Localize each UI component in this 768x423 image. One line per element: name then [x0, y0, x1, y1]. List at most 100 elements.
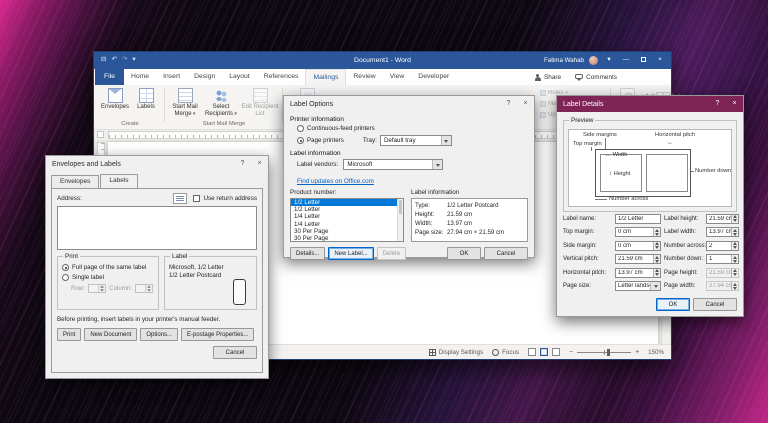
zoom-out-button[interactable]: −	[569, 349, 573, 356]
zoom-in-button[interactable]: +	[635, 349, 639, 356]
tray-select[interactable]: Default tray	[380, 135, 452, 146]
cancel-button[interactable]: Cancel	[693, 298, 737, 311]
options-button[interactable]: Options...	[140, 328, 178, 341]
labels-button[interactable]: Labels	[132, 87, 160, 125]
label-width-stepper[interactable]: 13.97 cm	[706, 227, 739, 237]
cancel-button[interactable]: Cancel	[213, 346, 257, 359]
office-updates-link[interactable]: Find updates on Office.com	[297, 178, 374, 185]
avatar[interactable]	[589, 56, 598, 65]
product-item[interactable]: 30 Per Page	[291, 228, 397, 235]
label-vendors-select[interactable]: Microsoft	[343, 159, 443, 170]
details-button[interactable]: Details...	[290, 247, 325, 260]
select-recipients-button[interactable]: Select Recipients	[204, 87, 238, 125]
stepper-arrows-icon[interactable]	[98, 285, 105, 292]
tab-design[interactable]: Design	[187, 69, 222, 85]
minimize-button[interactable]: —	[620, 57, 632, 64]
tab-home[interactable]: Home	[124, 69, 156, 85]
envelopes-button[interactable]: Envelopes	[100, 87, 130, 125]
tab-selector-icon[interactable]	[97, 131, 104, 138]
tab-file[interactable]: File	[95, 69, 124, 85]
zoom-slider-thumb[interactable]	[607, 349, 610, 356]
print-layout-button[interactable]	[540, 348, 548, 356]
vertical-pitch-stepper[interactable]: 21.59 cm	[615, 254, 661, 264]
ribbon-options-icon[interactable]: ▾	[603, 57, 615, 64]
focus-button[interactable]: Focus	[492, 349, 519, 356]
address-book-icon[interactable]	[173, 193, 187, 204]
use-return-address[interactable]: Use return address	[193, 195, 257, 202]
product-number-list[interactable]: 1/2 Letter 1/2 Letter 1/4 Letter 1/4 Let…	[290, 198, 404, 242]
share-button[interactable]: Share	[534, 74, 561, 81]
full-page-radio[interactable]	[62, 264, 69, 271]
product-item[interactable]: 1/2 Letter	[291, 199, 397, 206]
tab-view[interactable]: View	[383, 69, 412, 85]
close-button[interactable]: ×	[726, 96, 743, 112]
stepper-arrows-icon[interactable]	[731, 228, 738, 236]
save-icon[interactable]: ⊟	[101, 57, 106, 64]
tab-labels[interactable]: Labels	[100, 174, 137, 188]
qat-customize-icon[interactable]: ▾	[132, 57, 135, 64]
stepper-arrows-icon[interactable]	[653, 255, 660, 263]
product-item[interactable]: 1/4 Letter	[291, 221, 397, 228]
start-mail-merge-button[interactable]: Start Mail Merge	[168, 87, 202, 125]
address-input[interactable]	[57, 206, 257, 250]
stepper-arrows-icon[interactable]	[731, 215, 738, 223]
ok-button[interactable]: OK	[447, 247, 481, 260]
stepper-arrows-icon[interactable]	[731, 255, 738, 263]
close-button[interactable]: ×	[517, 96, 534, 112]
display-settings-button[interactable]: Display Settings	[429, 349, 483, 356]
number-down-stepper[interactable]: 1	[706, 254, 739, 264]
horizontal-pitch-stepper[interactable]: 13.97 cm	[615, 268, 661, 278]
stepper-arrows-icon[interactable]	[145, 285, 152, 292]
tab-developer[interactable]: Developer	[411, 69, 456, 85]
new-document-button[interactable]: New Document	[84, 328, 137, 341]
zoom-slider[interactable]	[577, 349, 631, 356]
help-button[interactable]: ?	[234, 156, 251, 172]
tab-layout[interactable]: Layout	[222, 69, 256, 85]
stepper-arrows-icon[interactable]	[653, 269, 660, 277]
product-item[interactable]: 1/4 Letter	[291, 213, 397, 220]
column-stepper[interactable]	[135, 284, 153, 293]
read-mode-button[interactable]	[528, 348, 536, 356]
number-across-stepper[interactable]: 2	[706, 241, 739, 251]
help-button[interactable]: ?	[709, 96, 726, 112]
continuous-feed-radio[interactable]	[297, 125, 304, 132]
row-stepper[interactable]	[88, 284, 106, 293]
ok-button[interactable]: OK	[656, 298, 690, 311]
stepper-arrows-icon[interactable]	[653, 242, 660, 250]
restore-button[interactable]	[637, 57, 649, 65]
stepper-arrows-icon[interactable]	[731, 242, 738, 250]
user-name[interactable]: Fatima Wahab	[544, 57, 584, 64]
edit-recipient-list-button[interactable]: Edit Recipient List	[240, 87, 280, 125]
page-size-select[interactable]: Letter landscape	[615, 281, 661, 291]
top-margin-stepper[interactable]: 0 cm	[615, 227, 661, 237]
tab-review[interactable]: Review	[346, 69, 382, 85]
tab-mailings[interactable]: Mailings	[305, 69, 346, 85]
zoom-level[interactable]: 150%	[648, 349, 664, 356]
new-label-button[interactable]: New Label...	[328, 247, 373, 260]
cancel-button[interactable]: Cancel	[484, 247, 528, 260]
web-layout-button[interactable]	[552, 348, 560, 356]
list-scrollbar-thumb[interactable]	[399, 200, 402, 214]
help-button[interactable]: ?	[500, 96, 517, 112]
stepper-arrows-icon[interactable]	[653, 228, 660, 236]
use-return-address-checkbox[interactable]	[193, 195, 200, 202]
product-item[interactable]: 30 Per Page	[291, 235, 397, 242]
epostage-properties-button[interactable]: E-postage Properties...	[181, 328, 254, 341]
page-printers-radio[interactable]	[297, 137, 304, 144]
tab-envelopes[interactable]: Envelopes	[51, 175, 99, 189]
undo-icon[interactable]: ↶	[111, 57, 116, 64]
single-label-radio[interactable]	[62, 274, 69, 281]
close-button[interactable]: ×	[251, 156, 268, 172]
product-item[interactable]: 1/2 Letter	[291, 206, 397, 213]
list-scrollbar[interactable]	[397, 199, 403, 241]
tab-insert[interactable]: Insert	[156, 69, 187, 85]
print-button[interactable]: Print	[57, 328, 81, 341]
tab-references[interactable]: References	[257, 69, 306, 85]
side-margin-stepper[interactable]: 0 cm	[615, 241, 661, 251]
redo-icon[interactable]: ↷	[122, 57, 127, 64]
label-name-input[interactable]: 1/2 Letter	[615, 214, 661, 224]
comments-button[interactable]: Comments	[575, 74, 617, 81]
close-button[interactable]: ×	[654, 57, 666, 64]
delete-button[interactable]: Delete	[377, 247, 406, 260]
label-height-stepper[interactable]: 21.59 cm	[706, 214, 739, 224]
